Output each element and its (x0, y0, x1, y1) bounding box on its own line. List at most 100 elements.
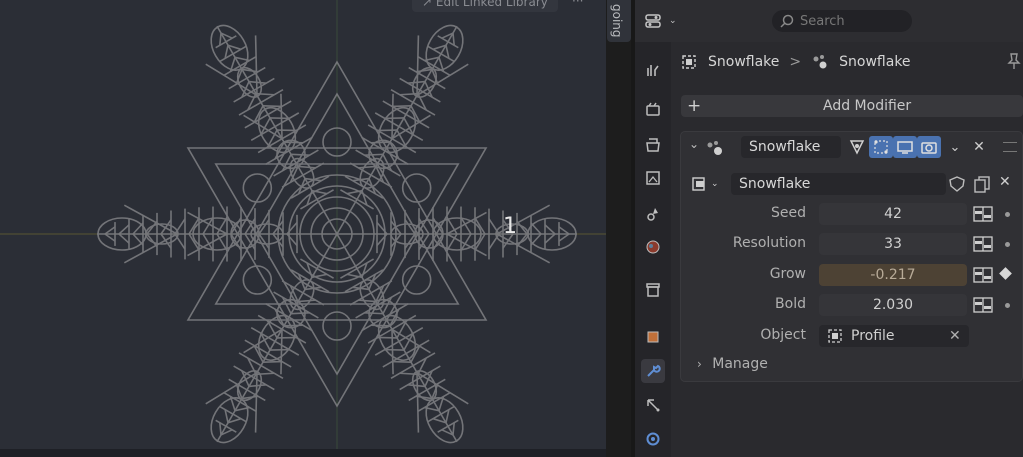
tab-modifiers[interactable] (641, 359, 665, 383)
physics-icon (646, 432, 660, 446)
tab-output[interactable] (641, 133, 665, 157)
chevron-down-icon: ⌄ (711, 179, 719, 189)
input-attribute-toggle-icon[interactable] (973, 236, 993, 252)
shield-icon (949, 176, 965, 192)
geometry-nodes-modifier-icon (707, 141, 722, 155)
input-attribute-toggle-icon[interactable] (973, 267, 993, 283)
viewport-more-menu[interactable]: ··· (572, 0, 583, 8)
param-value-field[interactable]: 33 (819, 233, 967, 255)
object-type-icon (682, 55, 696, 69)
3d-viewport[interactable]: ↗ Edit Linked Library ··· 1 (0, 0, 606, 457)
input-attribute-toggle-icon[interactable] (973, 297, 993, 313)
properties-header: ⌄ Search (635, 0, 1023, 42)
edit-mode-cage-button[interactable] (845, 136, 869, 158)
wrench-icon (647, 364, 661, 377)
object-icon (828, 329, 842, 343)
breadcrumb: Snowflake > Snowflake (680, 50, 911, 74)
viewport-side-tab[interactable]: going (607, 0, 631, 42)
param-value-field[interactable]: -0.217 (819, 264, 967, 286)
viewport-overlay-number: 1 (503, 214, 517, 239)
render-display-button[interactable] (917, 136, 941, 158)
unlink-node-group-button[interactable]: ✕ (999, 174, 1011, 190)
manage-subpanel[interactable]: › Manage (697, 356, 768, 372)
cage-icon (849, 140, 865, 155)
tab-physics[interactable] (641, 427, 665, 451)
chevron-down-icon: ⌄ (669, 16, 677, 26)
chevron-right-icon: › (697, 357, 702, 371)
object-field[interactable]: Profile ✕ (819, 325, 969, 347)
duplicate-node-group-button[interactable] (973, 175, 991, 197)
keyframe-dot-icon[interactable] (1005, 212, 1010, 217)
collection-icon (646, 283, 660, 297)
world-icon (646, 240, 660, 254)
particles-icon (647, 399, 660, 412)
close-icon: ✕ (999, 174, 1011, 190)
param-value-field[interactable]: 2.030 (819, 294, 967, 316)
chevron-down-icon: ⌄ (949, 139, 961, 155)
param-row: Seed 42 (681, 202, 1023, 226)
drag-handle[interactable] (1003, 142, 1017, 152)
properties-editor-icon (645, 14, 661, 28)
plus-icon: + (687, 96, 702, 116)
monitor-icon (897, 141, 913, 154)
copy-icon (974, 176, 990, 193)
edit-mode-icon (874, 140, 888, 154)
object-value: Profile (851, 328, 895, 344)
pin-icon[interactable] (1006, 52, 1022, 70)
breadcrumb-separator: > (789, 54, 802, 70)
viewport-bottom-edge (0, 449, 606, 457)
edit-linked-library-button[interactable]: ↗ Edit Linked Library (412, 0, 558, 12)
tab-render[interactable] (641, 98, 665, 122)
properties-tabs (635, 42, 671, 457)
modifier-menu-button[interactable]: ⌄ (943, 136, 967, 158)
fake-user-button[interactable] (947, 175, 967, 197)
keyframe-diamond-icon[interactable] (999, 267, 1012, 280)
modifier-header: ⌄ Snowflake ⌄ ✕ (681, 132, 1023, 164)
modifier-panel: ⌄ Snowflake ⌄ ✕ ⌄ Snowflake ✕ Seed 42 Reso… (680, 131, 1023, 382)
geometry-nodes-icon (813, 55, 827, 69)
tab-tool[interactable] (641, 58, 665, 82)
search-icon (780, 14, 794, 28)
node-tree-icon (692, 177, 705, 191)
input-attribute-toggle-icon[interactable] (973, 206, 993, 222)
node-group-field[interactable]: Snowflake (731, 173, 946, 195)
edit-mode-button[interactable] (869, 136, 893, 158)
scene-icon (647, 208, 658, 221)
object-icon (647, 331, 659, 343)
breadcrumb-object: Snowflake (708, 54, 780, 70)
breadcrumb-data: Snowflake (839, 54, 911, 70)
node-group-browse-button[interactable]: ⌄ (691, 174, 725, 194)
tab-world[interactable] (641, 235, 665, 259)
camera-icon (921, 142, 937, 154)
output-icon (646, 138, 660, 152)
param-label: Resolution (732, 235, 806, 251)
keyframe-dot-icon[interactable] (1005, 303, 1010, 308)
tab-scene[interactable] (641, 202, 665, 226)
param-label: Seed (771, 205, 806, 221)
tab-object[interactable] (641, 325, 665, 349)
remove-modifier-button[interactable]: ✕ (967, 136, 991, 158)
tool-icon (647, 65, 659, 76)
param-value-field[interactable]: 42 (819, 203, 967, 225)
search-input[interactable]: Search (772, 10, 912, 32)
param-row: Resolution 33 (681, 232, 1023, 256)
clear-object-icon[interactable]: ✕ (949, 325, 961, 347)
object-row: Object Profile ✕ (681, 324, 1023, 348)
tab-collection[interactable] (641, 278, 665, 302)
tab-particles[interactable] (641, 393, 665, 417)
add-modifier-button[interactable]: + Add Modifier (681, 95, 1023, 117)
param-row: Bold 2.030 (681, 293, 1023, 317)
collapse-chevron-icon[interactable]: ⌄ (689, 137, 699, 151)
param-label: Grow (769, 266, 806, 282)
keyframe-dot-icon[interactable] (1005, 242, 1010, 247)
view-layer-icon (646, 171, 660, 185)
editor-type-menu[interactable]: ⌄ (645, 11, 679, 31)
render-icon (646, 102, 660, 116)
param-row: Grow -0.217 (681, 263, 1023, 287)
param-label: Bold (775, 296, 806, 312)
node-group-row: ⌄ Snowflake ✕ (691, 172, 1016, 196)
object-label: Object (760, 327, 806, 343)
modifier-name-field[interactable]: Snowflake (741, 136, 841, 158)
viewport-display-button[interactable] (893, 136, 917, 158)
tab-view-layer[interactable] (641, 166, 665, 190)
